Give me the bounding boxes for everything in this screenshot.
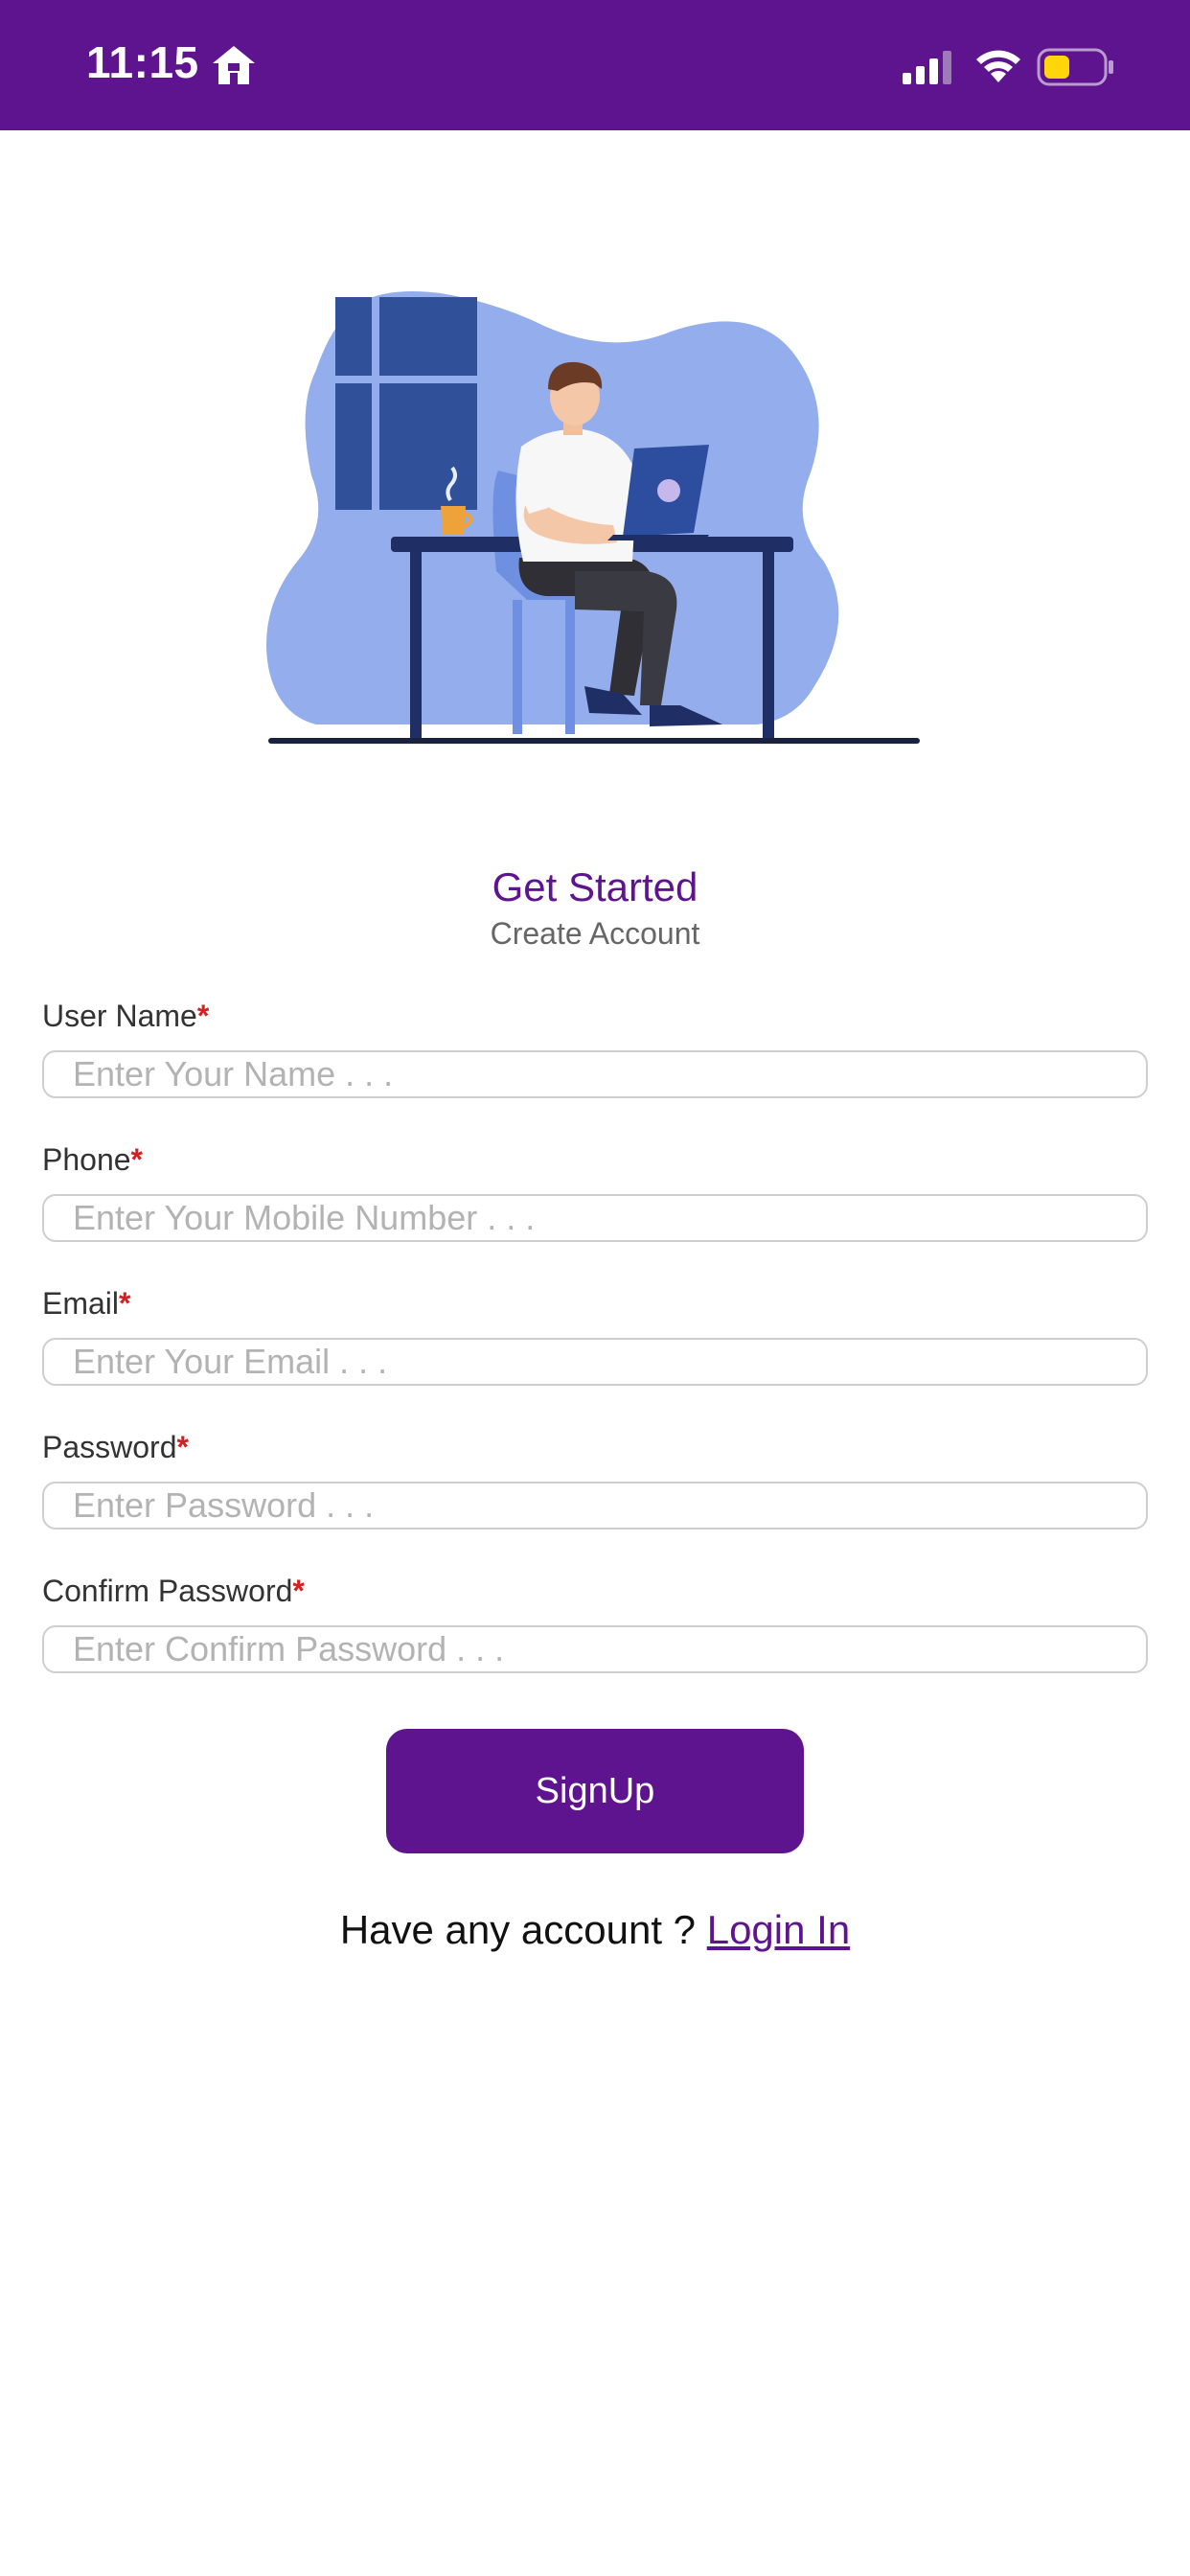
signup-button[interactable]: SignUp bbox=[386, 1729, 804, 1853]
confirm-password-label-text: Confirm Password bbox=[42, 1574, 293, 1608]
required-mark: * bbox=[130, 1142, 143, 1177]
phone-label-text: Phone bbox=[42, 1142, 131, 1177]
email-label-text: Email bbox=[42, 1286, 120, 1321]
page-subtitle: Create Account bbox=[490, 916, 700, 951]
battery-icon bbox=[1037, 48, 1113, 86]
email-label: Email* bbox=[42, 1286, 130, 1322]
phone-label: Phone* bbox=[42, 1142, 143, 1178]
home-icon bbox=[213, 46, 255, 84]
status-time: 11:15 bbox=[86, 37, 199, 87]
required-mark: * bbox=[292, 1574, 305, 1608]
password-label: Password* bbox=[42, 1430, 189, 1465]
login-prompt-text: Have any account ? bbox=[339, 1907, 707, 1952]
required-mark: * bbox=[176, 1430, 189, 1464]
required-mark: * bbox=[119, 1286, 131, 1321]
required-mark: * bbox=[196, 999, 210, 1033]
login-link[interactable]: Login In bbox=[707, 1907, 850, 1952]
page-title: Get Started bbox=[492, 864, 698, 909]
confirm-password-label: Confirm Password* bbox=[42, 1574, 305, 1609]
confirm-password-input[interactable] bbox=[42, 1625, 1148, 1673]
person-working-illustration bbox=[266, 291, 920, 744]
username-label: User Name* bbox=[42, 999, 209, 1034]
wifi-icon bbox=[976, 50, 1020, 82]
username-input[interactable] bbox=[42, 1050, 1148, 1098]
login-prompt: Have any account ? Login In bbox=[0, 1907, 1190, 1953]
email-input[interactable] bbox=[42, 1338, 1148, 1386]
signal-icon bbox=[903, 51, 951, 84]
password-label-text: Password bbox=[42, 1430, 177, 1464]
status-bar: 11:15 bbox=[0, 0, 1190, 130]
username-label-text: User Name bbox=[42, 999, 197, 1033]
password-input[interactable] bbox=[42, 1482, 1148, 1530]
phone-input[interactable] bbox=[42, 1194, 1148, 1242]
